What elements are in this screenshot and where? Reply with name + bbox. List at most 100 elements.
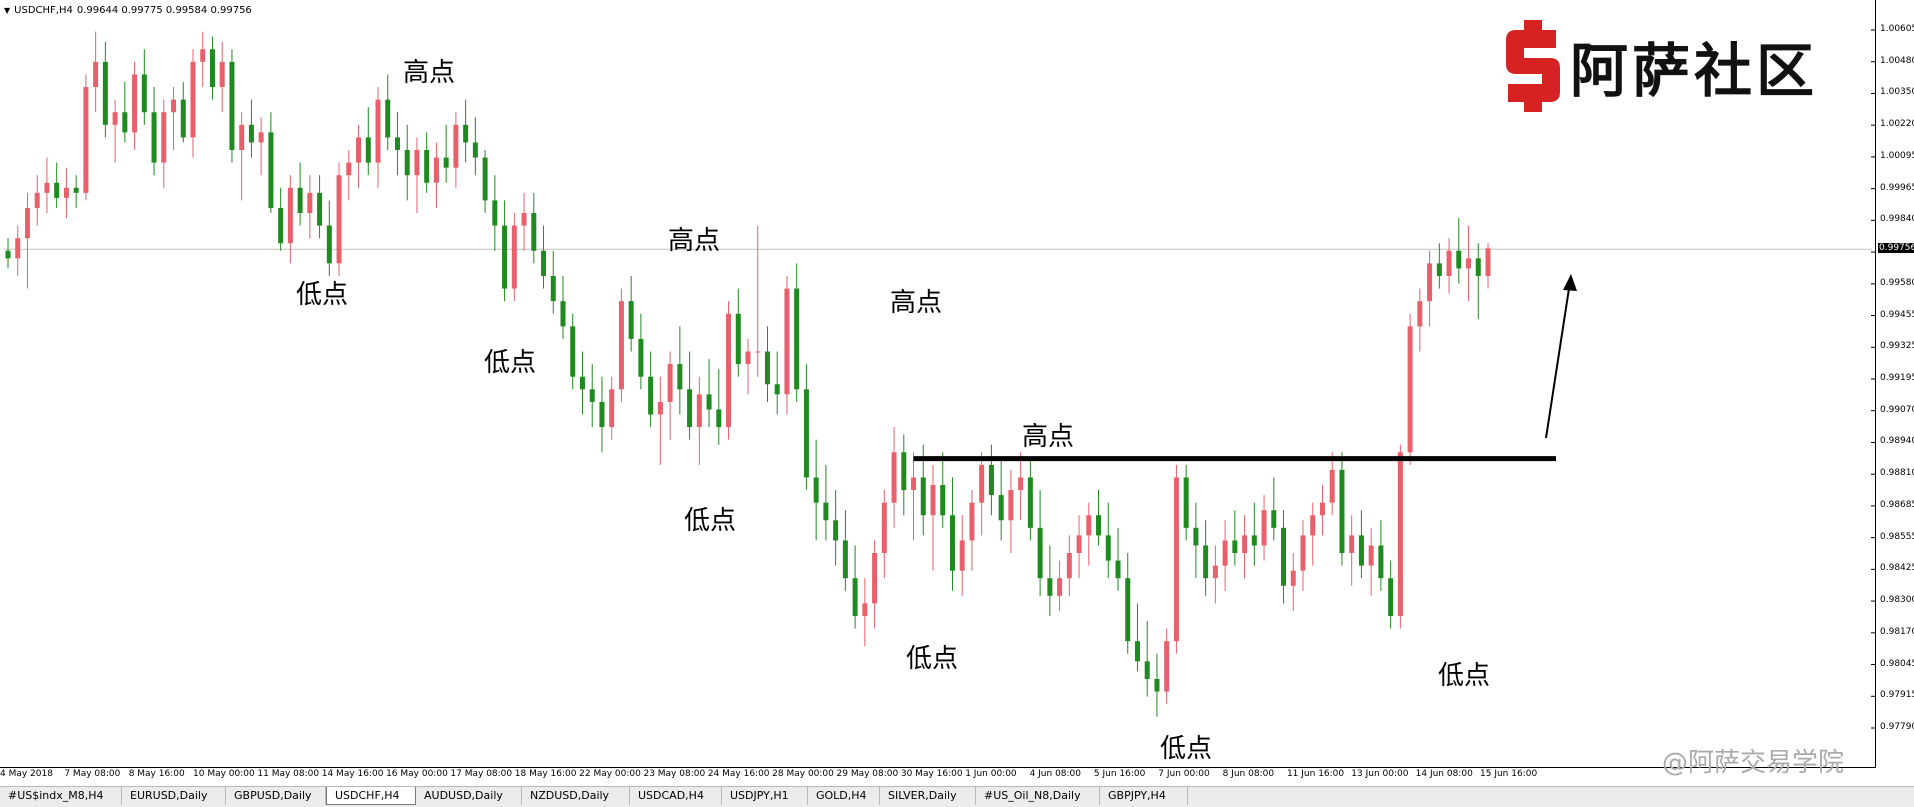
candle [394, 112, 400, 176]
candle-body [132, 74, 138, 133]
candle [385, 74, 391, 151]
candle-body [73, 187, 79, 193]
candle-body [200, 49, 206, 62]
candle-body [1115, 560, 1121, 579]
candle-body [969, 502, 975, 541]
candle-body [453, 124, 459, 168]
price-label: 1.00095 [1880, 150, 1914, 161]
time-label: 8 May 16:00 [128, 769, 185, 779]
ohlc-values: 0.99644 0.99775 0.99584 0.99756 [76, 5, 252, 16]
dollar-s-logo-icon [1506, 20, 1560, 112]
dropdown-triangle-icon[interactable]: ▼ [4, 6, 10, 15]
candle-body [1008, 490, 1014, 521]
candle [1427, 250, 1433, 327]
candle-body [122, 112, 128, 133]
candle-body [239, 124, 245, 151]
candle-body [774, 384, 780, 395]
candle-body [1261, 510, 1267, 546]
candle [677, 326, 683, 415]
candle-body [1417, 301, 1423, 327]
candle [755, 225, 761, 377]
candle-body [1358, 535, 1364, 566]
price-label: 1.00220 [1880, 119, 1914, 130]
candle-body [404, 150, 410, 176]
annotation-high-4: 高点 [1022, 422, 1075, 452]
candle [63, 167, 69, 219]
candle-body [463, 124, 469, 143]
logo-text: 阿萨社区 [1570, 37, 1819, 105]
tab-eurusd-daily[interactable]: EURUSD,Daily [122, 787, 226, 805]
candle [24, 192, 30, 289]
candle-body [959, 540, 965, 571]
candle [1261, 495, 1267, 561]
candle [122, 82, 128, 143]
candle-body [414, 150, 420, 176]
time-label: 23 May 08:00 [643, 769, 706, 779]
time-label: 11 Jun 16:00 [1286, 769, 1345, 779]
candle [1242, 515, 1248, 579]
tab-gbpjpy-h4[interactable]: GBPJPY,H4 [1100, 787, 1188, 805]
candle-body [657, 401, 663, 415]
tab-nzdusd-daily[interactable]: NZDUSD,Daily [522, 787, 630, 805]
candle [979, 452, 985, 536]
annotation-low-6: 低点 [1438, 661, 1491, 691]
candle-body [677, 364, 683, 390]
tab-usdcad-h4[interactable]: USDCAD,H4 [630, 787, 722, 805]
candle [1037, 490, 1043, 596]
candle [1203, 520, 1209, 596]
candle [1271, 477, 1277, 541]
candle [1417, 288, 1423, 352]
candle-body [443, 157, 449, 168]
price-label: 0.99965 [1880, 182, 1914, 193]
time-axis[interactable]: 4 May 2018 7 May 08:00 8 May 16:00 10 May 0… [0, 768, 1876, 782]
time-label: 16 May 00:00 [386, 769, 448, 779]
candle-body [599, 401, 605, 428]
time-label: 11 May 08:00 [257, 769, 320, 779]
candle-body [1456, 250, 1462, 269]
tab--us-indx-m8-h4[interactable]: #US$indx_M8,H4 [0, 787, 122, 805]
candle [1173, 464, 1179, 654]
tab-gbpusd-daily[interactable]: GBPUSD,Daily [226, 787, 326, 805]
price-axis[interactable]: 1.00605 1.00480 1.00350 1.00220 1.00095 0.999… [1876, 0, 1914, 768]
candle-body [1427, 263, 1433, 302]
candle [872, 540, 878, 629]
candle-body [920, 477, 926, 516]
candle-body [1222, 540, 1228, 566]
candle [609, 376, 615, 440]
candle [988, 444, 994, 516]
candle-body [1388, 578, 1394, 616]
candle-body [881, 502, 887, 554]
annotation-high-1: 高点 [403, 58, 456, 88]
candle [794, 263, 800, 402]
tab-gold-h4[interactable]: GOLD,H4 [808, 787, 880, 805]
candle-body [1037, 527, 1043, 579]
price-label: 0.98685 [1880, 499, 1914, 510]
tab--us-oil-n8-daily[interactable]: #US_Oil_N8,Daily [976, 787, 1100, 805]
tab-usdjpy-h1[interactable]: USDJPY,H1 [722, 787, 808, 805]
candle [336, 162, 342, 276]
candle [190, 49, 196, 158]
price-label: 0.98170 [1880, 626, 1914, 637]
candle-body [1096, 515, 1102, 536]
candle [219, 41, 225, 113]
time-label: 14 Jun 08:00 [1415, 769, 1473, 779]
candle-body [755, 351, 761, 353]
tab-audusd-daily[interactable]: AUDUSD,Daily [416, 787, 522, 805]
price-label: 0.98300 [1880, 595, 1914, 606]
candle [1096, 490, 1102, 546]
candle [44, 157, 50, 213]
tab-silver-daily[interactable]: SILVER,Daily [880, 787, 976, 805]
candle [1018, 452, 1024, 521]
candle-body [862, 603, 868, 616]
symbol-header: USDCHF,H4 [14, 5, 73, 16]
chart-plot-area[interactable]: ▼ USDCHF,H4 0.99644 0.99775 0.99584 0.99… [0, 0, 1876, 768]
tab-usdchf-h4[interactable]: USDCHF,H4 [326, 787, 416, 805]
candle-body [141, 74, 147, 113]
candle [570, 313, 576, 390]
mt4-chart-window: ▼ USDCHF,H4 0.99644 0.99775 0.99584 0.99… [0, 0, 1914, 807]
candle [5, 238, 11, 269]
candle [161, 99, 167, 188]
chart-header: ▼ USDCHF,H4 0.99644 0.99775 0.99584 0.99… [4, 5, 252, 16]
candle-body [229, 61, 235, 151]
candle-body [726, 313, 732, 428]
